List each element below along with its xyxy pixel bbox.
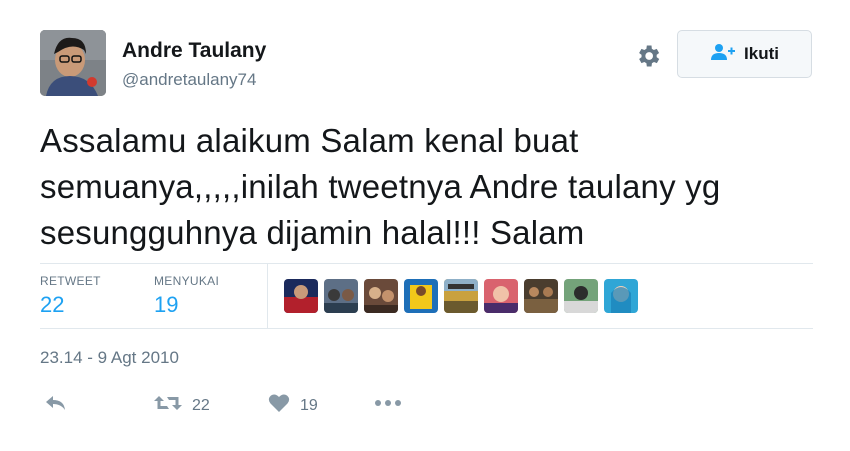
- more-button[interactable]: [374, 393, 402, 418]
- tweet-timestamp[interactable]: 23.14 - 9 Agt 2010: [40, 348, 179, 368]
- liker-avatar[interactable]: [604, 279, 638, 313]
- liker-avatar[interactable]: [284, 279, 318, 313]
- heart-icon: [268, 393, 290, 418]
- divider-top: [40, 263, 813, 264]
- liker-avatar[interactable]: [524, 279, 558, 313]
- retweet-count: 22: [192, 396, 210, 414]
- reply-button[interactable]: [44, 393, 68, 418]
- reply-icon: [44, 393, 68, 418]
- retweet-stat-label: RETWEET: [40, 274, 101, 288]
- like-count: 19: [300, 396, 318, 414]
- likes-stat[interactable]: MENYUKAI 19: [154, 274, 219, 318]
- tweet-text: Assalamu alaikum Salam kenal buat semuan…: [40, 122, 721, 251]
- retweet-icon: [154, 393, 182, 418]
- more-icon: [374, 393, 402, 418]
- user-handle[interactable]: @andretaulany74: [122, 70, 256, 90]
- display-name[interactable]: Andre Taulany: [122, 39, 266, 63]
- like-button[interactable]: 19: [268, 393, 318, 418]
- add-user-icon: [710, 43, 736, 66]
- gear-icon[interactable]: [634, 42, 662, 70]
- liker-avatar[interactable]: [404, 279, 438, 313]
- profile-avatar[interactable]: [40, 30, 106, 96]
- liker-avatar[interactable]: [324, 279, 358, 313]
- retweet-button[interactable]: 22: [154, 393, 210, 418]
- liker-avatar[interactable]: [364, 279, 398, 313]
- liker-avatar[interactable]: [444, 279, 478, 313]
- retweet-stat[interactable]: RETWEET 22: [40, 274, 101, 318]
- liker-avatars: [284, 279, 638, 313]
- stats-separator: [267, 264, 268, 328]
- follow-button-label: Ikuti: [744, 44, 779, 63]
- follow-button[interactable]: Ikuti: [677, 30, 812, 78]
- liker-avatar[interactable]: [564, 279, 598, 313]
- likes-stat-label: MENYUKAI: [154, 274, 220, 288]
- divider-bottom: [40, 328, 813, 329]
- retweet-stat-value: 22: [40, 292, 65, 317]
- likes-stat-value: 19: [154, 292, 179, 317]
- liker-avatar[interactable]: [484, 279, 518, 313]
